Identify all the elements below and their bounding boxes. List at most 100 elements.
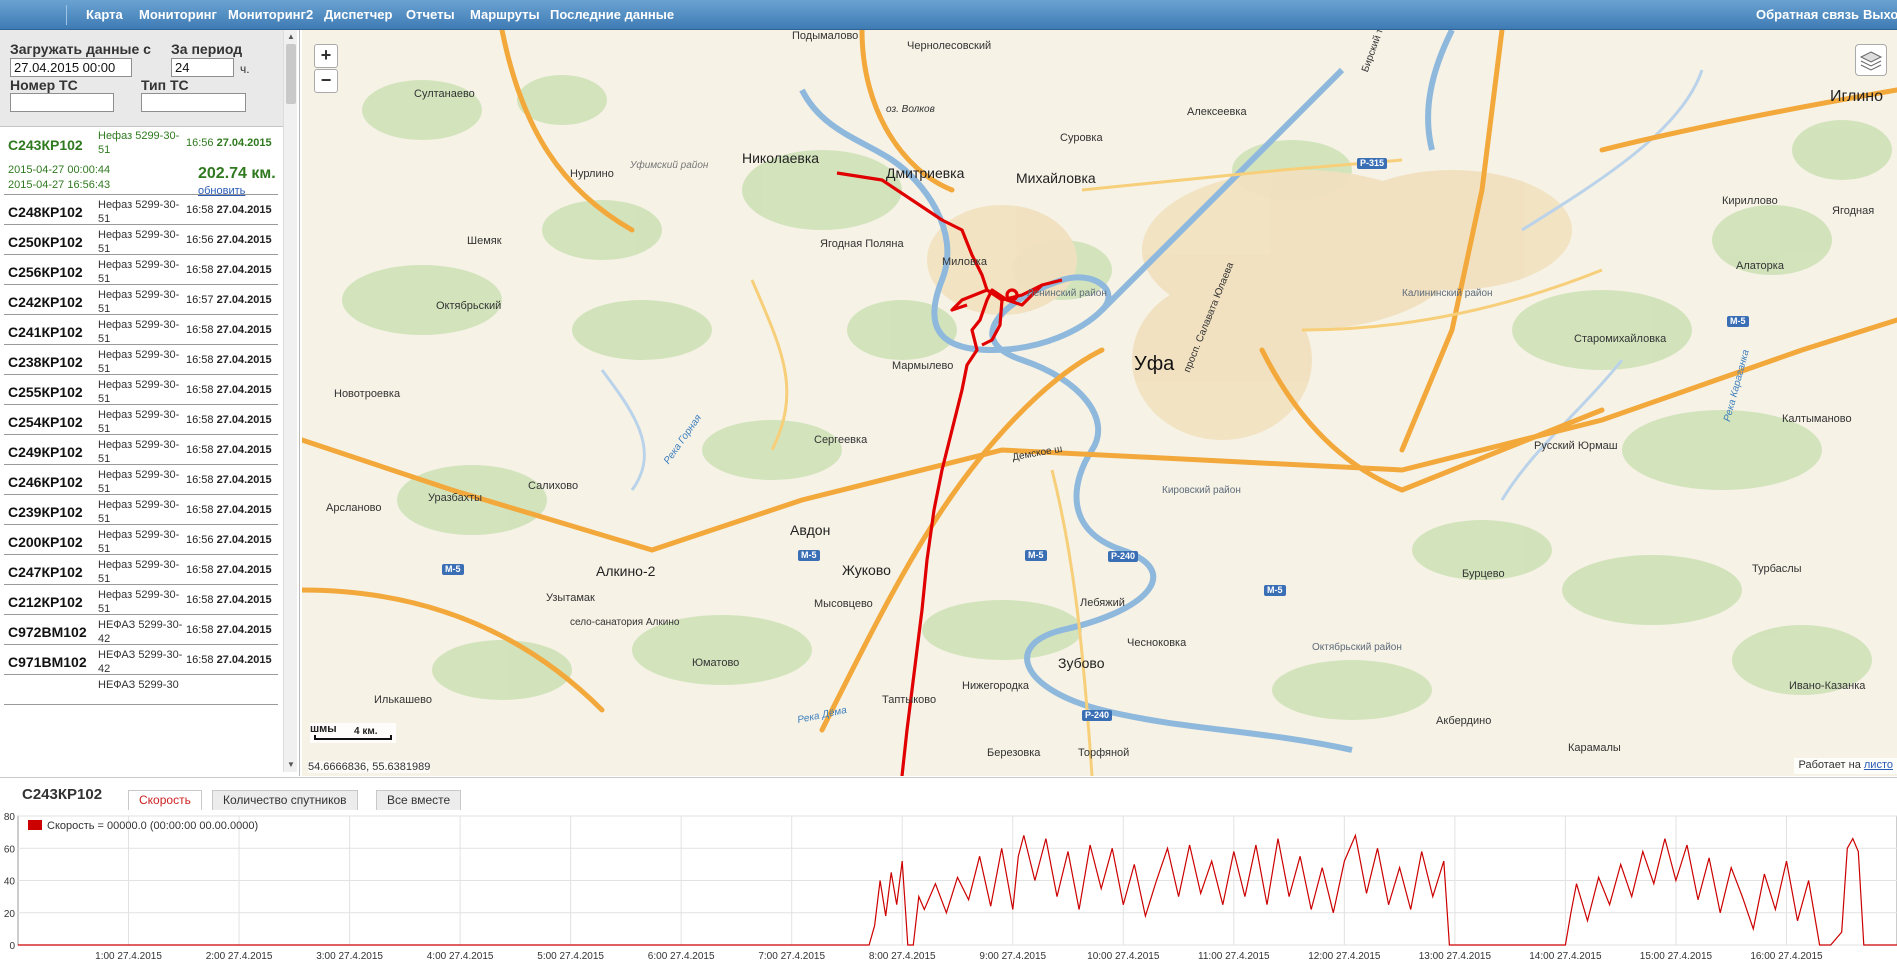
road-sign: Р-240 <box>1082 710 1113 721</box>
chart-x-tick-label: 7:00 27.4.2015 <box>758 951 825 962</box>
chart-x-tick-label: 8:00 27.4.2015 <box>869 951 936 962</box>
road-sign: М-5 <box>1727 316 1749 327</box>
filter-panel: Загружать данные с За период ч. Номер ТС… <box>0 30 283 127</box>
vehicle-list-item[interactable]: НЕФАЗ 5299-30 <box>4 676 278 705</box>
load-from-input[interactable] <box>10 58 132 77</box>
chart-x-tick-label: 5:00 27.4.2015 <box>537 951 604 962</box>
vehicle-date: 27.04.2015 <box>216 234 272 246</box>
nav-item-monitoring[interactable]: Мониторинг <box>131 0 225 30</box>
vehicle-list-item[interactable]: С250КР102 Нефаз 5299-30-51 16:56 27.04.201… <box>4 226 278 255</box>
vehicle-model: Нефаз 5299-30-51 <box>98 589 180 615</box>
vehicle-plate: С255КР102 <box>8 384 83 400</box>
vehicle-model: Нефаз 5299-30-51 <box>98 379 180 405</box>
vehicle-list-item[interactable]: С256КР102 Нефаз 5299-30-51 16:58 27.04.201… <box>4 256 278 285</box>
zoom-in-button[interactable]: + <box>314 44 338 68</box>
map-label: Октябрьский район <box>1312 642 1402 653</box>
map-label: Жуково <box>842 562 891 578</box>
tab-speed[interactable]: Скорость <box>128 790 202 810</box>
vehicle-list-scrollbar[interactable]: ▲ ▼ <box>283 30 297 772</box>
vehicle-list-item[interactable]: С248КР102 Нефаз 5299-30-51 16:58 27.04.201… <box>4 196 278 225</box>
chart-x-tick-label: 3:00 27.4.2015 <box>316 951 383 962</box>
map-label: Кириллово <box>1722 195 1778 207</box>
attribution-link[interactable]: листо <box>1864 759 1893 771</box>
map-label: Ягодная Поляна <box>820 238 904 250</box>
vehicle-last-update: 16:58 27.04.2015 <box>186 324 272 336</box>
vehicle-list-item[interactable]: С972ВМ102 НЕФАЗ 5299-30-42 16:58 27.04.201… <box>4 616 278 645</box>
map-label: Юматово <box>692 657 740 669</box>
tab-all-together[interactable]: Все вместе <box>376 790 462 810</box>
legend-swatch <box>28 820 42 830</box>
tab-satellites[interactable]: Количество спутников <box>212 790 358 810</box>
map-label: Мармылево <box>892 360 954 372</box>
vehicle-last-update: 16:58 27.04.2015 <box>186 264 272 276</box>
legend-label: Скорость = 00000.0 (00:00:00 00.00.0000) <box>47 820 258 832</box>
chart-x-tick-label: 2:00 27.4.2015 <box>206 951 273 962</box>
nav-item-logout[interactable]: Выхо <box>1855 0 1897 30</box>
map-label: Сергеевка <box>814 434 868 446</box>
vehicle-list-item[interactable]: С212КР102 Нефаз 5299-30-51 16:58 27.04.201… <box>4 586 278 615</box>
map-view[interactable]: Подымалово Чернолесовский Султанаево оз.… <box>302 30 1897 776</box>
vehicle-list-item[interactable]: С239КР102 Нефаз 5299-30-51 16:58 27.04.201… <box>4 496 278 525</box>
chart-y-tick-label: 60 <box>4 844 16 855</box>
vehicle-list-item[interactable]: С246КР102 Нефаз 5299-30-51 16:58 27.04.201… <box>4 466 278 495</box>
vehicle-plate: С248КР102 <box>8 204 83 220</box>
map-label: Зубово <box>1058 655 1105 671</box>
nav-item-routes[interactable]: Маршруты <box>462 0 548 30</box>
vehicle-model: Нефаз 5299-30-51 <box>98 439 180 465</box>
map-label: Михайловка <box>1016 170 1096 186</box>
vehicle-plate: С247КР102 <box>8 564 83 580</box>
vehicle-plate: С243КР102 <box>8 137 83 153</box>
nav-item-last-data[interactable]: Последние данные <box>542 0 682 30</box>
chart-x-ticks: 1:00 27.4.2015 2:00 27.4.2015 3:00 27.4.20… <box>95 951 1823 962</box>
scroll-down-icon[interactable]: ▼ <box>284 758 298 772</box>
vehicle-list-item[interactable]: С238КР102 Нефаз 5299-30-51 16:58 27.04.201… <box>4 346 278 375</box>
vehicle-list-item[interactable]: С249КР102 Нефаз 5299-30-51 16:58 27.04.201… <box>4 436 278 465</box>
vehicle-date: 27.04.2015 <box>216 654 272 666</box>
speed-chart[interactable]: 0 20 40 60 80 1:00 27.4.2015 2:00 27.4.2015 3:… <box>0 810 1897 978</box>
vehicle-model: Нефаз 5299-30-51 <box>98 229 180 255</box>
plate-label: Номер ТС <box>10 77 78 93</box>
vehicle-list-item[interactable]: С242КР102 Нефаз 5299-30-51 16:57 27.04.201… <box>4 286 278 315</box>
map-label: Суровка <box>1060 132 1103 144</box>
nav-item-dispatcher[interactable]: Диспетчер <box>316 0 400 30</box>
vehicle-time: 16:58 <box>186 414 214 426</box>
nav-item-reports[interactable]: Отчеты <box>398 0 463 30</box>
vehicle-last-update: 16:58 27.04.2015 <box>186 474 272 486</box>
scroll-thumb[interactable] <box>286 44 296 104</box>
vehicle-last-update: 16:58 27.04.2015 <box>186 564 272 576</box>
map-label: Иглино <box>1830 88 1883 105</box>
type-label: Тип ТС <box>141 77 189 93</box>
vehicle-last-update: 16:56 27.04.2015 <box>186 534 272 546</box>
vehicle-model: Нефаз 5299-30-51 <box>98 559 180 585</box>
period-input[interactable] <box>171 58 234 77</box>
zoom-out-button[interactable]: − <box>314 69 338 93</box>
scroll-up-icon[interactable]: ▲ <box>284 30 298 44</box>
range-to: 2015-04-27 16:56:43 <box>8 179 111 191</box>
vehicle-list-item[interactable]: С247КР102 Нефаз 5299-30-51 16:58 27.04.201… <box>4 556 278 585</box>
layers-icon <box>1859 51 1883 71</box>
vehicle-list-item[interactable]: С243КР102 Нефаз 5299-30-51 16:56 27.04.201… <box>4 127 278 197</box>
vehicle-list-item[interactable]: С255КР102 Нефаз 5299-30-51 16:58 27.04.201… <box>4 376 278 405</box>
plate-input[interactable] <box>10 93 114 112</box>
vehicle-plate: С256КР102 <box>8 264 83 280</box>
vehicle-last-update: 16:58 27.04.2015 <box>186 504 272 516</box>
map-label: Акбердино <box>1436 715 1492 727</box>
vehicle-list-item[interactable]: С971ВМ102 НЕФАЗ 5299-30-42 16:58 27.04.201… <box>4 646 278 675</box>
map-label: Бурцево <box>1462 568 1505 580</box>
vehicle-list-item[interactable]: С241КР102 Нефаз 5299-30-51 16:58 27.04.201… <box>4 316 278 345</box>
nav-item-monitoring2[interactable]: Мониторинг2 <box>220 0 321 30</box>
nav-item-map[interactable]: Карта <box>78 0 131 30</box>
telemetry-tab-bar: С243КР102 Скорость Количество спутников … <box>0 778 1897 810</box>
type-input[interactable] <box>141 93 246 112</box>
nav-item-feedback[interactable]: Обратная связь <box>1748 0 1867 30</box>
vehicle-list-item[interactable]: С254КР102 Нефаз 5299-30-51 16:58 27.04.201… <box>4 406 278 435</box>
layers-button[interactable] <box>1855 44 1887 76</box>
vehicle-model: Нефаз 5299-30-51 <box>98 469 180 495</box>
map-label: Торфяной <box>1078 747 1130 759</box>
map-label: Николаевка <box>742 150 820 166</box>
map-label: Березовка <box>987 747 1041 759</box>
vehicle-last-update: 16:58 27.04.2015 <box>186 204 272 216</box>
vehicle-list-item[interactable]: С200КР102 Нефаз 5299-30-51 16:56 27.04.201… <box>4 526 278 555</box>
vehicle-model: Нефаз 5299-30-51 <box>98 529 180 555</box>
chart-x-tick-label: 1:00 27.4.2015 <box>95 951 162 962</box>
